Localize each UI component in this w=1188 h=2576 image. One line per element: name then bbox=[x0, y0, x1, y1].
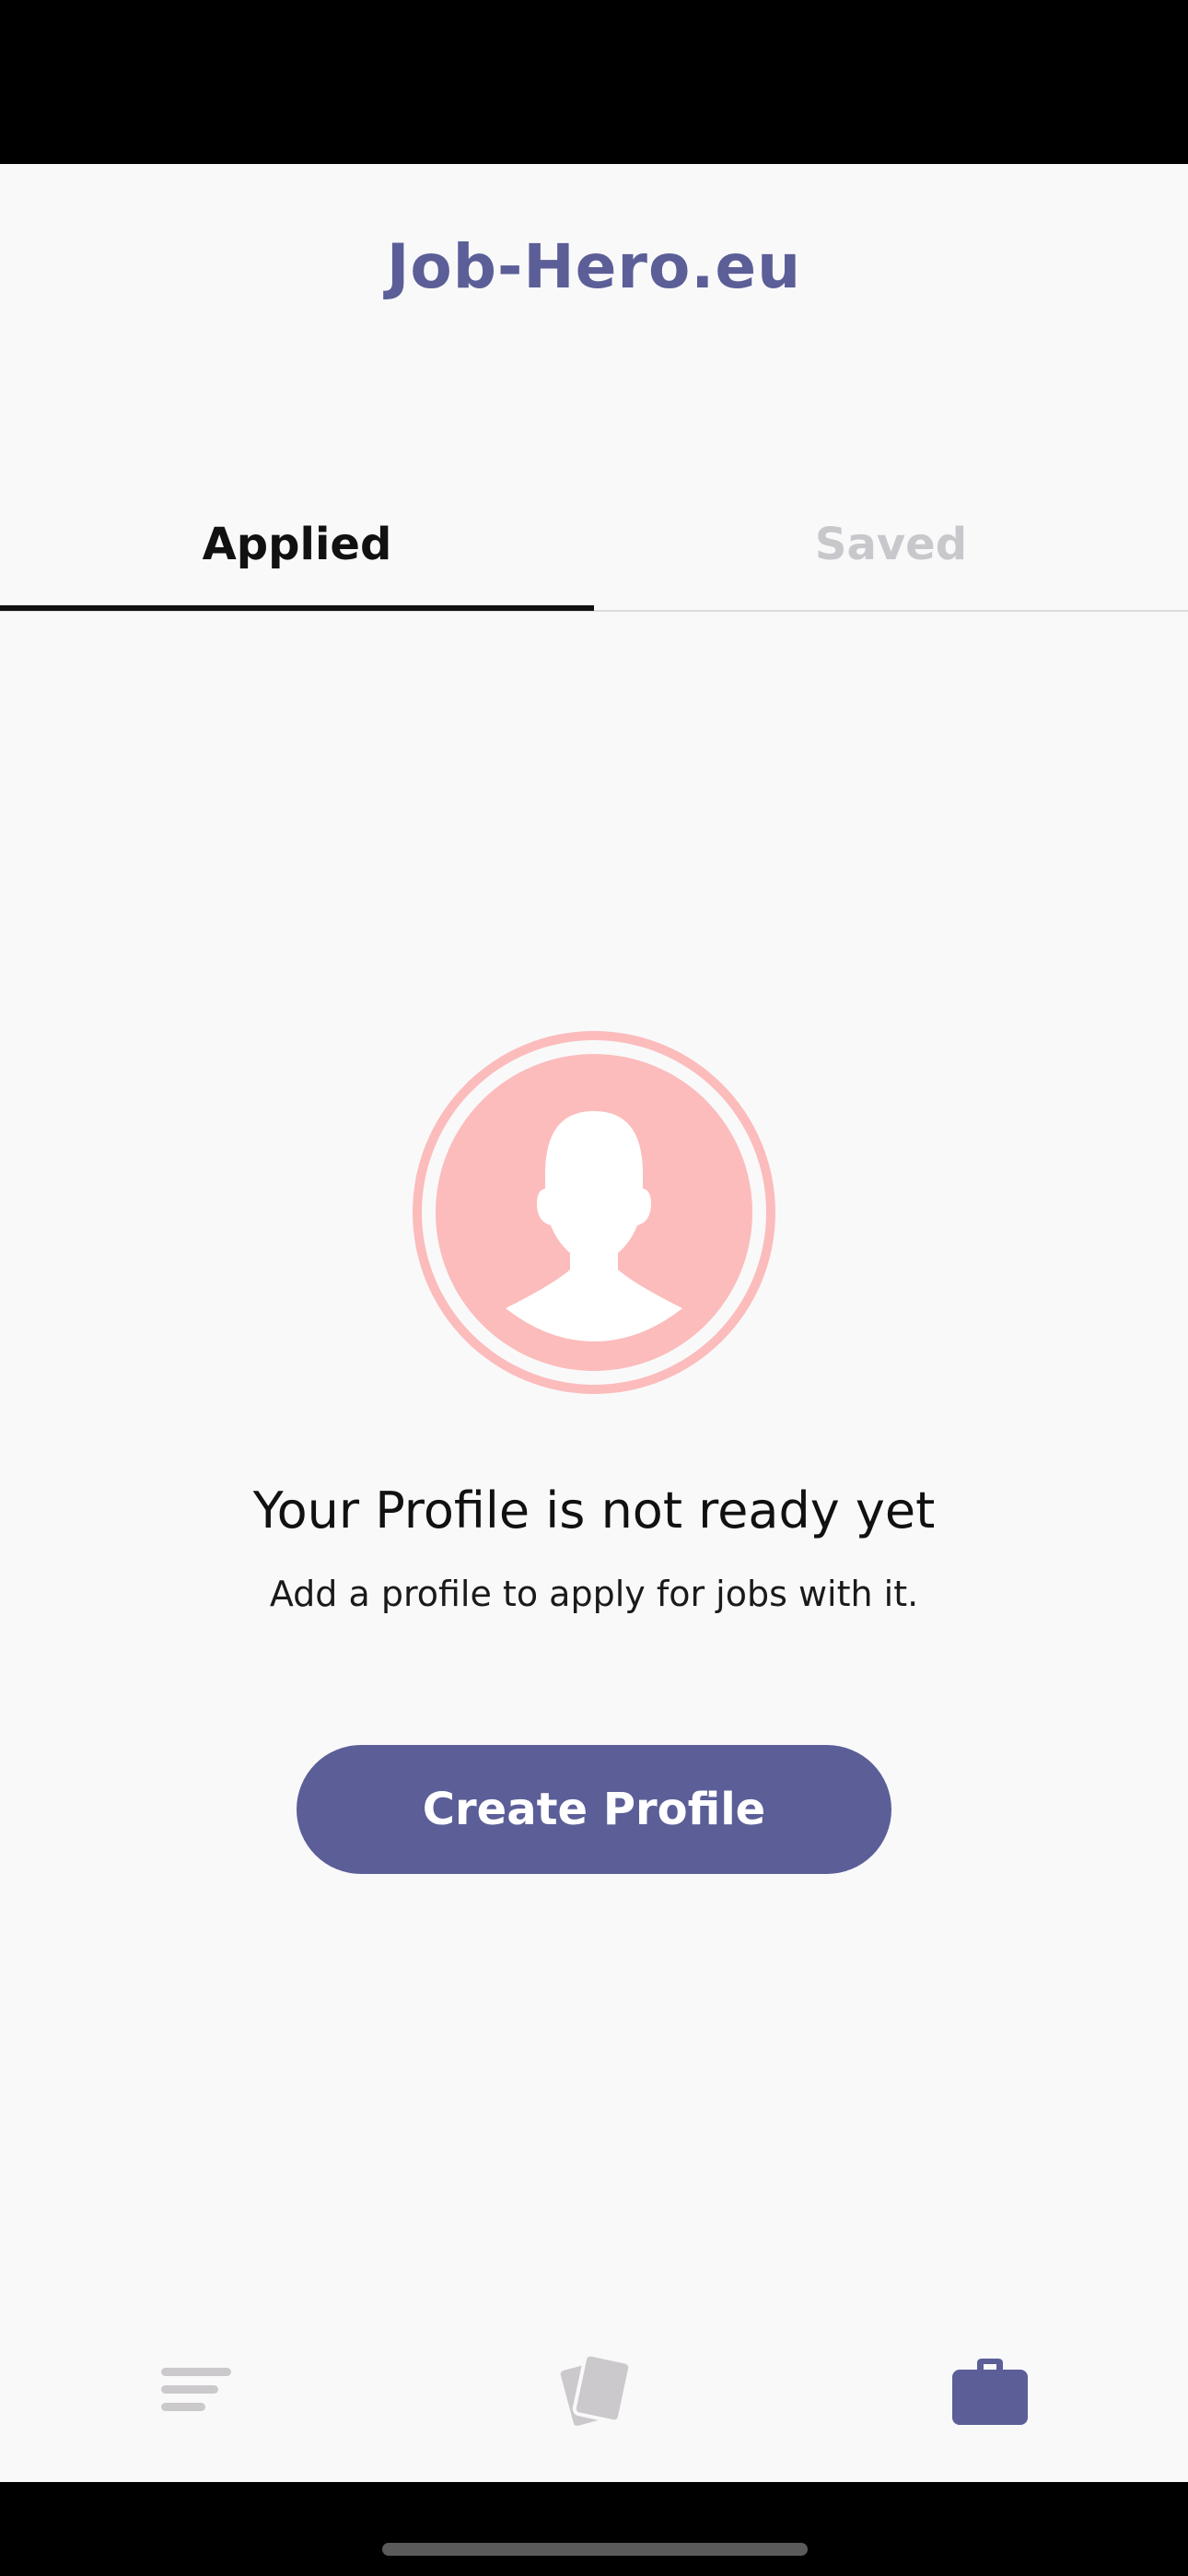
empty-state-title: Your Profile is not ready yet bbox=[252, 1481, 936, 1540]
tab-saved[interactable]: Saved bbox=[594, 508, 1188, 581]
filter-list-icon bbox=[161, 2368, 231, 2411]
user-silhouette-icon bbox=[413, 1031, 775, 1394]
phone-screen: Job-Hero.eu Applied Saved Your Profile i… bbox=[0, 0, 1188, 2576]
status-bar bbox=[0, 0, 1188, 164]
nav-item-cards[interactable] bbox=[396, 2300, 792, 2482]
tab-active-indicator bbox=[0, 605, 594, 611]
app-title: Job-Hero.eu bbox=[386, 231, 802, 302]
home-indicator-area bbox=[0, 2482, 1188, 2576]
app-container: Job-Hero.eu Applied Saved Your Profile i… bbox=[0, 164, 1188, 2482]
nav-item-jobs[interactable] bbox=[792, 2300, 1188, 2482]
empty-state-subtitle: Add a profile to apply for jobs with it. bbox=[269, 1574, 919, 1614]
home-indicator[interactable] bbox=[382, 2543, 808, 2556]
create-profile-button[interactable]: Create Profile bbox=[297, 1745, 891, 1874]
briefcase-icon bbox=[952, 2359, 1028, 2425]
bottom-navigation bbox=[0, 2300, 1188, 2482]
cards-stack-icon bbox=[556, 2352, 633, 2430]
tab-applied[interactable]: Applied bbox=[0, 508, 594, 581]
nav-item-filter[interactable] bbox=[0, 2300, 396, 2482]
